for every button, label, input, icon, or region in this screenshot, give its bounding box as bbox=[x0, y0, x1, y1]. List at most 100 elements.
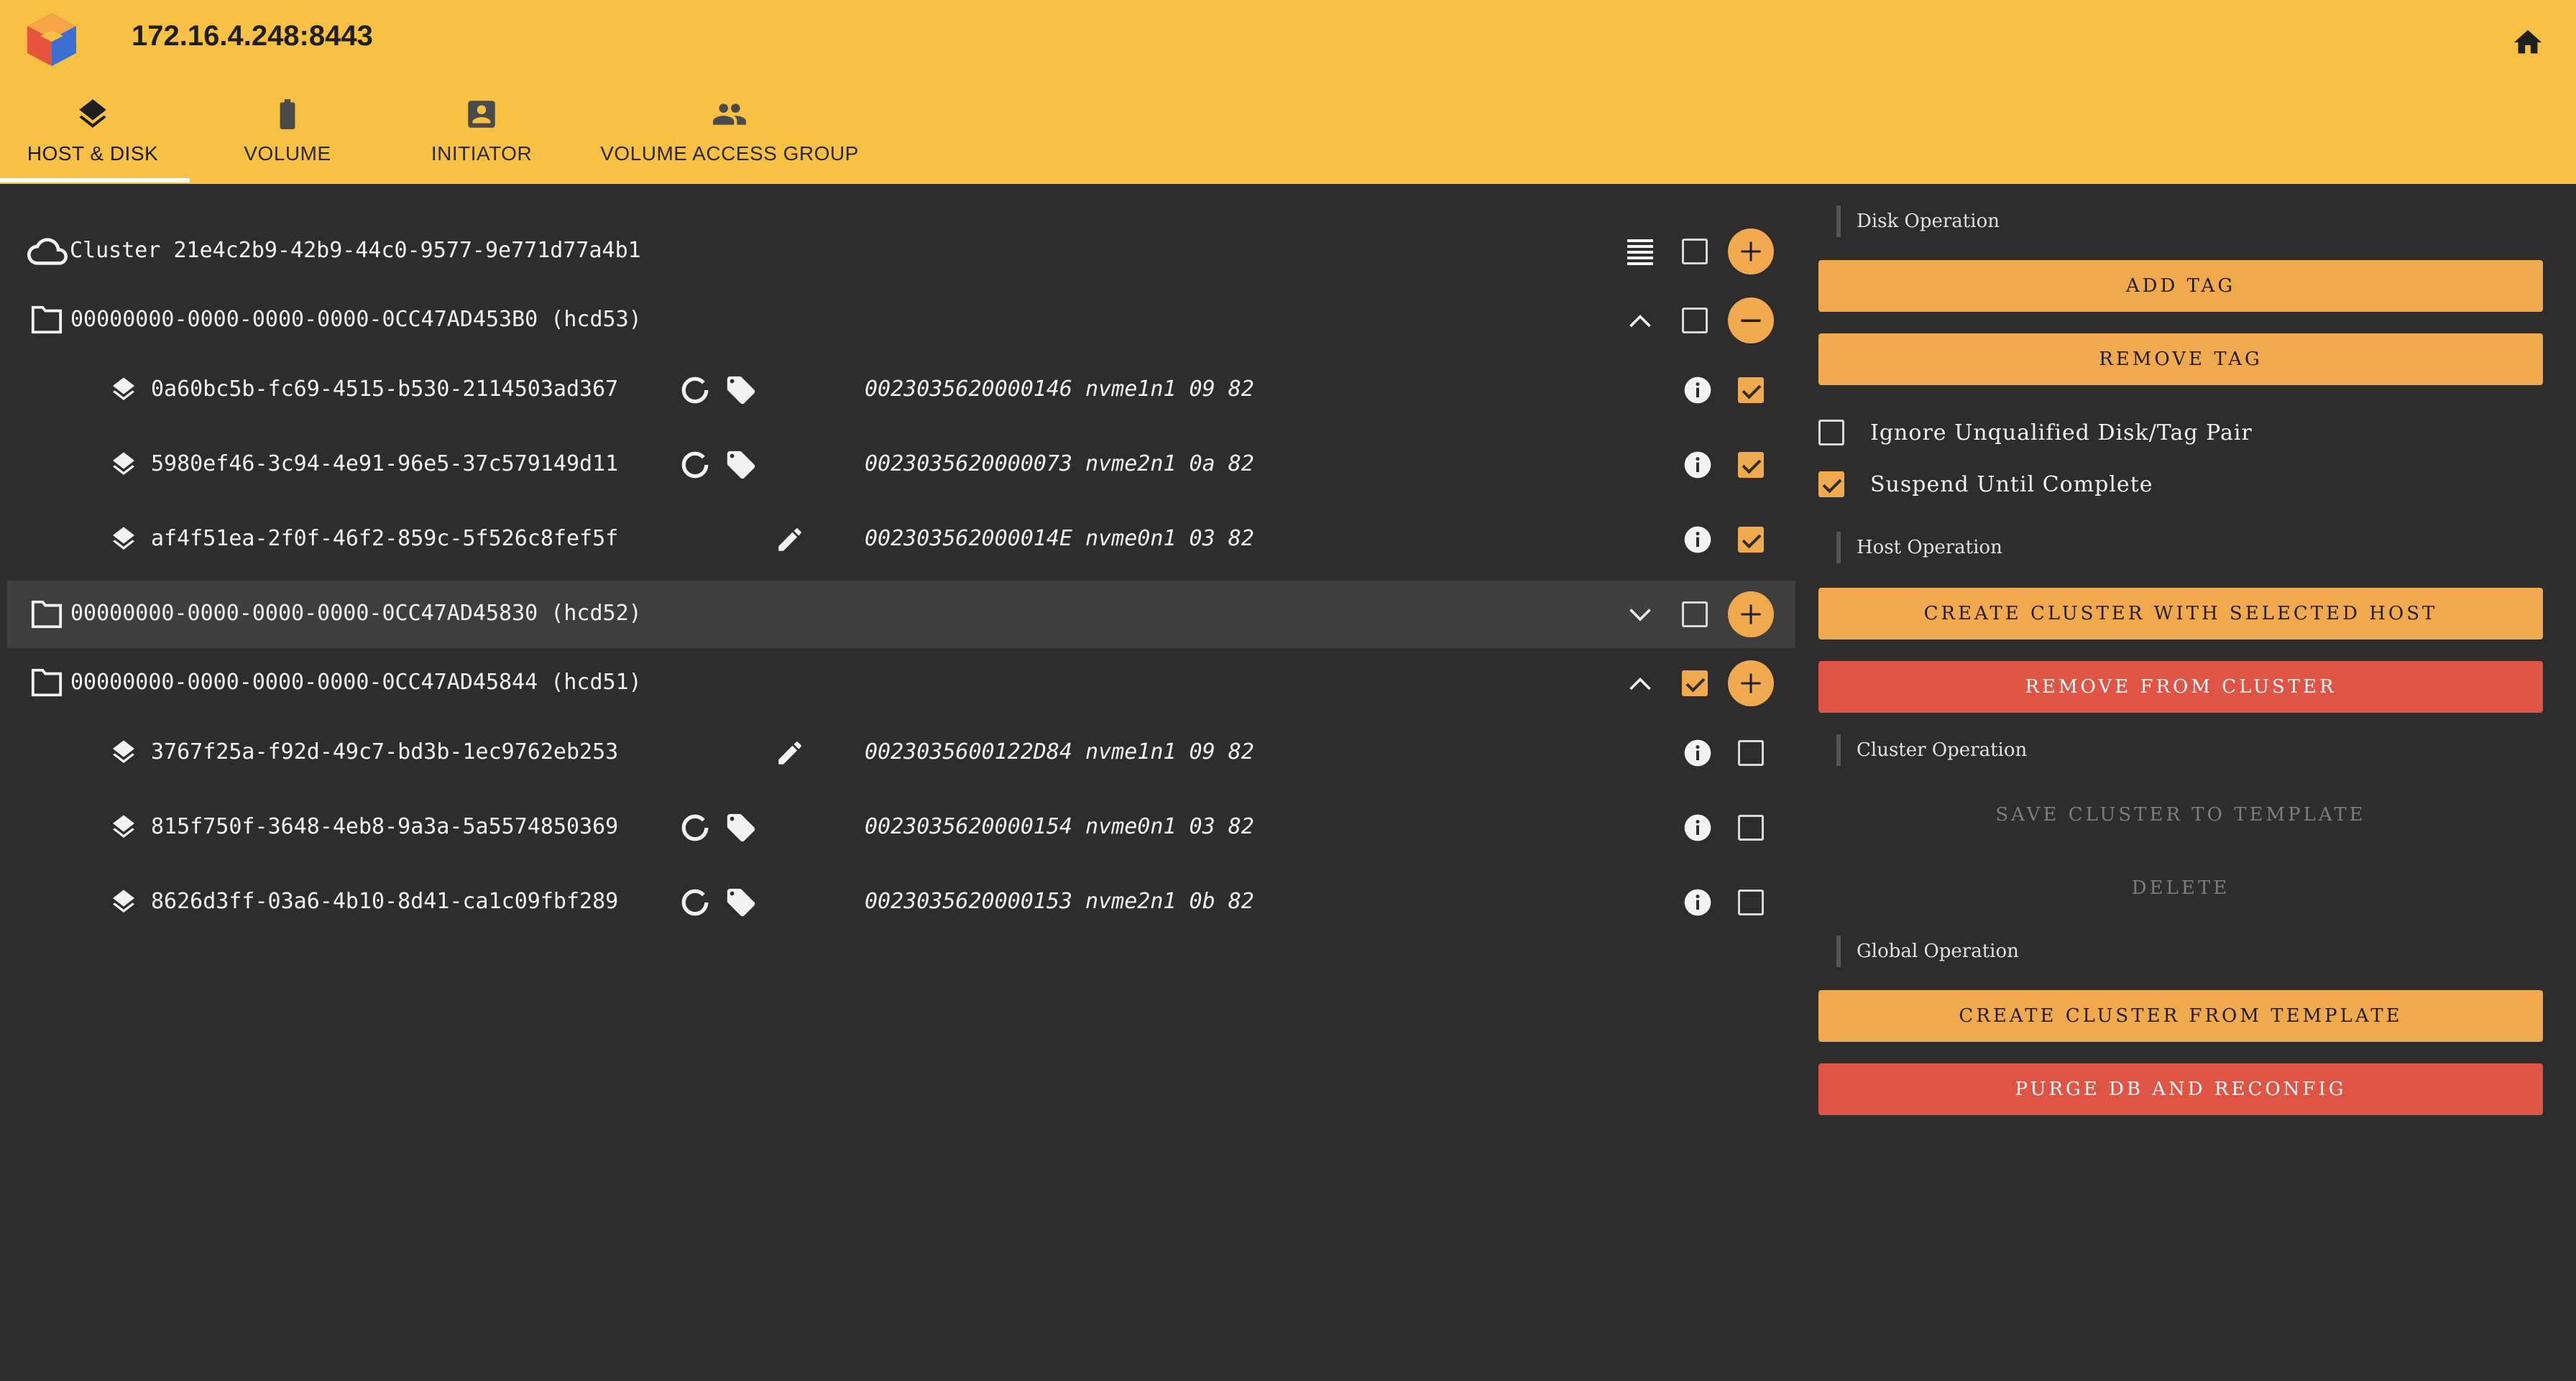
ignore-label: Ignore Unqualified Disk/Tag Pair bbox=[1870, 420, 2253, 445]
cluster-checkbox[interactable] bbox=[1682, 239, 1708, 264]
host-operation-label: Host Operation bbox=[1836, 532, 2002, 563]
list-view-icon[interactable] bbox=[1626, 236, 1655, 265]
layers-icon bbox=[113, 815, 134, 838]
host-checkbox[interactable] bbox=[1682, 670, 1708, 696]
battery-icon bbox=[280, 99, 295, 129]
global-operation-label: Global Operation bbox=[1836, 936, 2019, 967]
plus-icon bbox=[1741, 241, 1761, 262]
disk-meta: 002303562000014E nvme0n1 03 82 bbox=[865, 526, 1254, 551]
host-label: 00000000-0000-0000-0000-0CC47AD45830 (hc… bbox=[70, 601, 642, 626]
suspend-label: Suspend Until Complete bbox=[1870, 471, 2153, 497]
disk-row[interactable]: 5980ef46-3c94-4e91-96e5-37c579149d11 002… bbox=[7, 433, 1795, 497]
tab-volume-access-group[interactable]: VOLUME ACCESS GROUP bbox=[600, 89, 858, 184]
disk-checkbox[interactable] bbox=[1738, 452, 1764, 478]
tag-icon[interactable] bbox=[724, 886, 758, 919]
ignore-option[interactable]: Ignore Unqualified Disk/Tag Pair bbox=[1818, 415, 2253, 450]
purge-db-button[interactable]: PURGE DB AND RECONFIG bbox=[1818, 1063, 2543, 1115]
chevron-up-icon[interactable] bbox=[1627, 310, 1653, 330]
progress-ring-icon bbox=[681, 814, 709, 841]
add-disk-button[interactable] bbox=[1728, 660, 1774, 706]
layers-icon bbox=[113, 740, 134, 763]
create-cluster-from-template-button[interactable]: CREATE CLUSTER FROM TEMPLATE bbox=[1818, 990, 2543, 1042]
progress-ring-icon bbox=[681, 451, 709, 479]
info-icon[interactable] bbox=[1683, 888, 1712, 917]
add-disk-button[interactable] bbox=[1728, 591, 1774, 637]
disk-checkbox[interactable] bbox=[1738, 815, 1764, 841]
disk-row[interactable]: 0a60bc5b-fc69-4515-b530-2114503ad367 002… bbox=[7, 358, 1795, 422]
disk-row[interactable]: 815f750f-3648-4eb8-9a3a-5a5574850369 002… bbox=[7, 795, 1795, 860]
info-icon[interactable] bbox=[1683, 739, 1712, 767]
disk-meta: 0023035600122D84 nvme1n1 09 82 bbox=[865, 739, 1254, 765]
account-box-icon bbox=[468, 101, 495, 128]
create-cluster-with-host-button[interactable]: CREATE CLUSTER WITH SELECTED HOST bbox=[1818, 588, 2543, 639]
host-checkbox[interactable] bbox=[1682, 308, 1708, 333]
disk-id: 815f750f-3648-4eb8-9a3a-5a5574850369 bbox=[151, 814, 619, 839]
layers-icon bbox=[79, 99, 106, 128]
add-host-button[interactable] bbox=[1728, 228, 1774, 274]
info-icon[interactable] bbox=[1683, 813, 1712, 842]
app-header: 172.16.4.248:8443 HOST & DISK VOLUME INI… bbox=[0, 0, 2576, 184]
layers-icon bbox=[113, 452, 134, 475]
layers-icon bbox=[113, 377, 134, 400]
active-tab-indicator bbox=[0, 178, 190, 183]
host-checkbox[interactable] bbox=[1682, 601, 1708, 627]
progress-ring-icon bbox=[681, 377, 709, 404]
disk-checkbox[interactable] bbox=[1738, 740, 1764, 766]
tag-icon[interactable] bbox=[724, 448, 758, 481]
plus-icon bbox=[1741, 673, 1761, 693]
tab-volume[interactable]: VOLUME bbox=[237, 89, 338, 184]
info-icon[interactable] bbox=[1683, 376, 1712, 405]
disk-checkbox[interactable] bbox=[1738, 377, 1764, 403]
tab-host-disk[interactable]: HOST & DISK bbox=[24, 89, 161, 184]
folder-icon bbox=[31, 305, 63, 334]
disk-operation-label: Disk Operation bbox=[1836, 205, 2000, 237]
home-icon[interactable] bbox=[2511, 26, 2544, 59]
disk-row[interactable]: 3767f25a-f92d-49c7-bd3b-1ec9762eb253 002… bbox=[7, 721, 1795, 785]
disk-row[interactable]: af4f51ea-2f0f-46f2-859c-5f526c8fef5f 002… bbox=[7, 507, 1795, 572]
info-icon[interactable] bbox=[1683, 525, 1712, 554]
disk-row[interactable]: 8626d3ff-03a6-4b10-8d41-ca1c09fbf289 002… bbox=[7, 870, 1795, 935]
disk-meta: 0023035620000146 nvme1n1 09 82 bbox=[865, 377, 1254, 402]
info-icon[interactable] bbox=[1683, 451, 1712, 479]
remove-tag-button[interactable]: REMOVE TAG bbox=[1818, 333, 2543, 385]
tag-icon[interactable] bbox=[724, 374, 758, 407]
chevron-up-icon[interactable] bbox=[1627, 673, 1653, 693]
tag-icon[interactable] bbox=[724, 811, 758, 844]
progress-ring-icon bbox=[681, 889, 709, 916]
host-row[interactable]: 00000000-0000-0000-0000-0CC47AD453B0 (hc… bbox=[7, 288, 1795, 353]
remove-host-button[interactable] bbox=[1728, 297, 1774, 343]
folder-icon bbox=[31, 600, 63, 629]
add-tag-button[interactable]: ADD TAG bbox=[1818, 260, 2543, 312]
host-label: 00000000-0000-0000-0000-0CC47AD453B0 (hc… bbox=[70, 307, 642, 332]
host-row[interactable]: 00000000-0000-0000-0000-0CC47AD45830 (hc… bbox=[7, 581, 1795, 648]
layers-icon bbox=[113, 527, 134, 550]
disk-id: 3767f25a-f92d-49c7-bd3b-1ec9762eb253 bbox=[151, 739, 619, 765]
disk-id: 8626d3ff-03a6-4b10-8d41-ca1c09fbf289 bbox=[151, 889, 619, 914]
chevron-down-icon[interactable] bbox=[1627, 605, 1653, 625]
folder-icon bbox=[31, 668, 63, 697]
disk-checkbox[interactable] bbox=[1738, 890, 1764, 915]
suspend-checkbox[interactable] bbox=[1818, 471, 1844, 497]
host-label: 00000000-0000-0000-0000-0CC47AD45844 (hc… bbox=[70, 670, 642, 695]
delete-cluster-button[interactable]: DELETE bbox=[1818, 862, 2543, 914]
tab-initiator[interactable]: INITIATOR bbox=[424, 89, 539, 184]
cluster-operation-label: Cluster Operation bbox=[1836, 734, 2027, 766]
minus-icon bbox=[1741, 319, 1761, 323]
disk-meta: 0023035620000073 nvme2n1 0a 82 bbox=[865, 451, 1254, 476]
cluster-label: Cluster 21e4c2b9-42b9-44c0-9577-9e771d77… bbox=[70, 238, 641, 263]
disk-meta: 0023035620000154 nvme0n1 03 82 bbox=[865, 814, 1254, 839]
save-cluster-to-template-button[interactable]: SAVE CLUSTER TO TEMPLATE bbox=[1818, 789, 2543, 841]
layers-icon bbox=[113, 890, 134, 913]
pencil-icon[interactable] bbox=[775, 525, 805, 555]
host-row[interactable]: 00000000-0000-0000-0000-0CC47AD45844 (hc… bbox=[7, 651, 1795, 716]
ignore-checkbox[interactable] bbox=[1818, 420, 1844, 445]
disk-id: 0a60bc5b-fc69-4515-b530-2114503ad367 bbox=[151, 377, 619, 402]
pencil-icon[interactable] bbox=[775, 738, 805, 768]
disk-checkbox[interactable] bbox=[1738, 527, 1764, 553]
suspend-option[interactable]: Suspend Until Complete bbox=[1818, 467, 2153, 502]
host-address: 172.16.4.248:8443 bbox=[132, 20, 373, 52]
cloud-icon bbox=[27, 238, 68, 265]
remove-from-cluster-button[interactable]: REMOVE FROM CLUSTER bbox=[1818, 661, 2543, 713]
plus-icon bbox=[1741, 604, 1761, 624]
app-logo bbox=[27, 13, 76, 66]
